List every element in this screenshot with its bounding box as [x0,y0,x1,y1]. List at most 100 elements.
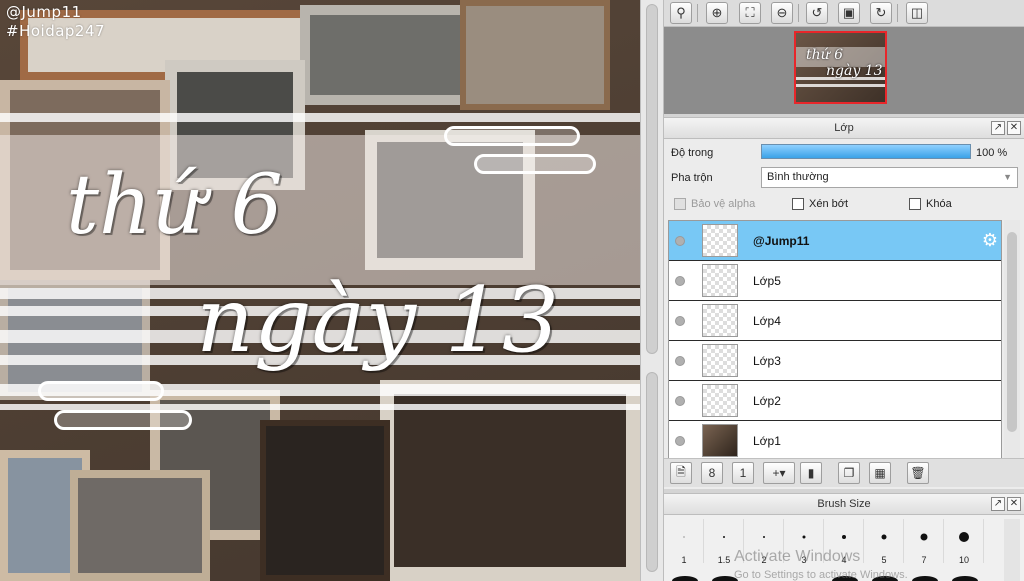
close-icon[interactable]: ✕ [1007,121,1021,135]
brush-dot-large[interactable] [832,576,858,581]
brush-dot [762,536,765,538]
watermark-tag: #Hoidap247 [6,22,106,40]
new-layer-1bit-icon[interactable]: 1 [732,462,754,484]
brush-size-label: 2 [761,555,767,565]
visibility-icon[interactable] [675,236,685,246]
navigator-thumbnail[interactable]: thứ 6 ngày 13 [794,31,887,104]
protect-alpha-checkbox[interactable]: Bảo vệ alpha [674,198,755,210]
photo-frame [460,0,610,110]
brush-dot [802,535,805,539]
layer-row[interactable]: Lớp5 [669,261,1001,301]
brush-dot-large[interactable] [672,576,698,581]
opacity-slider[interactable] [761,144,971,159]
thumb-title-1: thứ 6 [806,47,844,63]
lock-checkbox[interactable]: Khóa [909,198,952,210]
layer-row[interactable]: Lớp1 [669,421,1001,459]
photo-frame [70,470,210,581]
brush-size-cell[interactable]: 4 [824,519,864,565]
title-line-2: ngày 13 [196,268,560,373]
add-layer-menu-icon[interactable]: +▾ [763,462,795,484]
brush-dot-large[interactable] [872,576,898,581]
brush-dot-large[interactable] [912,576,938,581]
vertical-scrollbar[interactable] [640,0,664,581]
detach-icon[interactable]: ↗ [991,121,1005,135]
zoom-fit-icon[interactable]: ⚲ [670,2,692,24]
brush-dot-large[interactable] [952,576,978,581]
zoom-in-icon[interactable]: ⊕ [706,2,728,24]
decorative-pill [38,381,164,401]
gear-icon[interactable]: ⚙ [982,230,998,251]
visibility-icon[interactable] [675,356,685,366]
duplicate-layer-icon[interactable]: ❐ [838,462,860,484]
visibility-icon[interactable] [675,396,685,406]
layer-row[interactable]: @Jump11 ⚙ [669,221,1001,261]
layer-row[interactable]: Lớp4 [669,301,1001,341]
toolbar-separator [697,4,698,22]
chevron-down-icon: ▼ [1003,172,1012,182]
visibility-icon[interactable] [675,276,685,286]
overlay-stripe [0,113,640,122]
delete-layer-icon[interactable]: 🗑 [907,462,929,484]
opacity-label: Độ trong [671,147,714,159]
scrollbar-thumb[interactable] [1007,232,1017,432]
blend-mode-select[interactable]: Bình thường ▼ [761,167,1018,188]
photo-frame [260,420,390,581]
lock-label: Khóa [926,198,952,210]
layer-list-scrollbar[interactable] [1004,220,1020,460]
layer-panel: Độ trong 100 % Pha trộn Bình thường ▼ Bả… [664,139,1024,489]
photo-frame [380,380,640,581]
new-layer-icon[interactable]: 🗎 [670,462,692,484]
brush-dot-large[interactable] [712,576,738,581]
detach-icon[interactable]: ↗ [991,497,1005,511]
visibility-icon[interactable] [675,436,685,446]
folder-icon[interactable]: ▮ [800,462,822,484]
rotate-left-icon[interactable]: ↺ [806,2,828,24]
new-layer-8bit-icon[interactable]: 8 [701,462,723,484]
brush-panel-title: Brush Size [817,498,871,510]
brush-size-cell[interactable]: 1 [664,519,704,565]
brush-size-cell[interactable]: 3 [784,519,824,565]
thumb-stripe [796,84,885,87]
layer-thumbnail [702,344,738,377]
visibility-icon[interactable] [675,316,685,326]
layer-name: Lớp2 [753,394,781,408]
brush-dot [958,532,969,542]
brush-size-cell[interactable]: 2 [744,519,784,565]
toolbar-separator [798,4,799,22]
brush-dot [722,536,725,538]
brush-size-cell[interactable]: 5 [864,519,904,565]
blend-label: Pha trộn [671,172,713,184]
rotate-right-icon[interactable]: ↻ [870,2,892,24]
layer-row[interactable]: Lớp2 [669,381,1001,421]
brush-size-cell[interactable]: 7 [904,519,944,565]
zoom-out-icon[interactable]: ⊖ [771,2,793,24]
scrollbar-thumb[interactable] [646,4,658,354]
brush-panel-scrollbar[interactable] [1004,519,1020,581]
brush-size-cell[interactable]: 10 [944,519,984,565]
blend-mode-value: Bình thường [767,171,829,183]
layer-thumbnail [702,384,738,417]
scrollbar-thumb[interactable] [646,372,658,572]
decorative-pill [54,410,192,430]
brush-size-cell[interactable]: 1.5 [704,519,744,565]
brush-size-label: 7 [921,555,927,565]
brush-size-label: 10 [958,555,969,565]
decorative-pill [444,126,580,146]
checkbox-box [909,198,921,210]
checkbox-box [792,198,804,210]
protect-alpha-label: Bảo vệ alpha [691,198,756,210]
checkbox-box [674,198,686,210]
actual-size-icon[interactable]: ▣ [838,2,860,24]
merge-layer-icon[interactable]: ▦ [869,462,891,484]
layer-name: Lớp4 [753,314,781,328]
thumb-title-2: ngày 13 [826,63,883,79]
layer-row[interactable]: Lớp3 [669,341,1001,381]
navigator-panel: thứ 6 ngày 13 [664,27,1024,114]
toolbar-separator [897,4,898,22]
flip-icon[interactable]: ◫ [906,2,928,24]
clipping-checkbox[interactable]: Xén bớt [792,198,848,210]
fit-window-icon[interactable]: ⛶ [739,2,761,24]
drawing-canvas[interactable]: @Jump11 #Hoidap247 thứ 6 ngày 13 [0,0,640,581]
brush-size-label: 5 [881,555,887,565]
close-icon[interactable]: ✕ [1007,497,1021,511]
